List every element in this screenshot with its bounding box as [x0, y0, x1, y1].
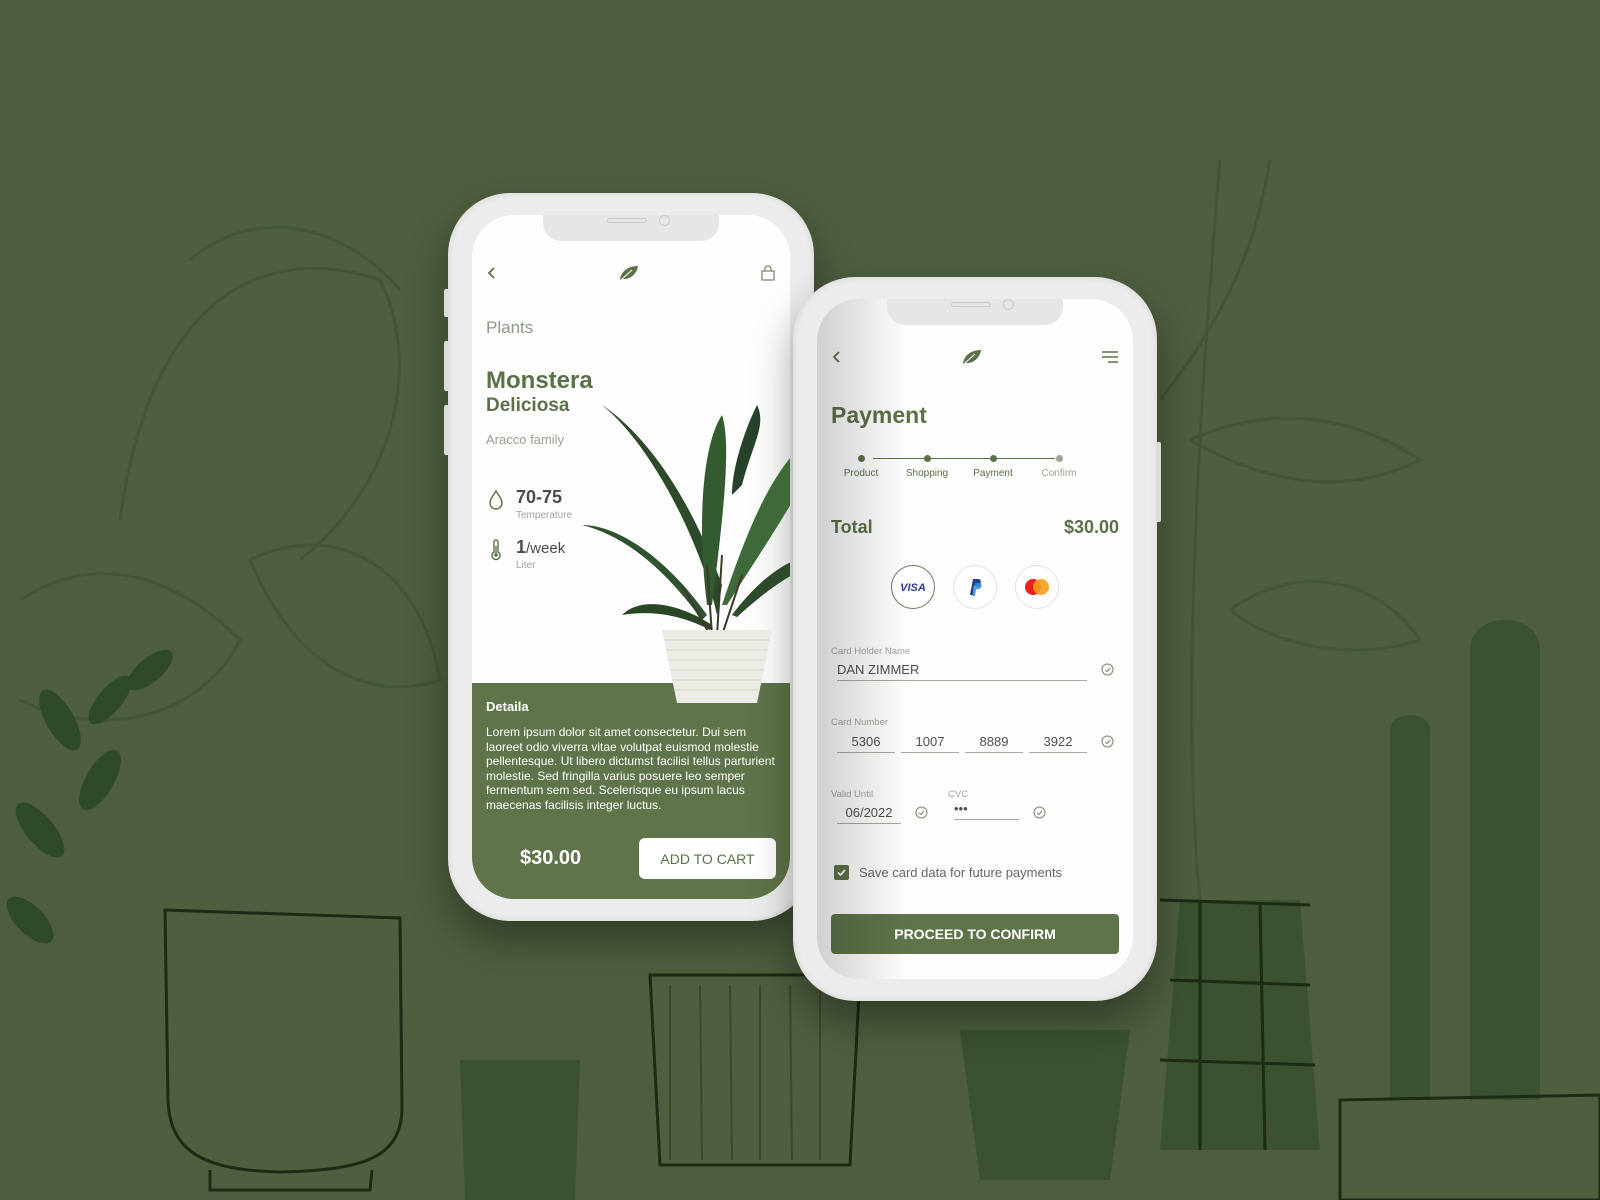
phone-notch	[543, 215, 719, 241]
phone-side-button	[444, 341, 449, 391]
speaker-grille	[951, 302, 991, 307]
step-payment[interactable]: Payment	[963, 454, 1023, 479]
water-drop-icon	[486, 489, 506, 511]
valid-until-input[interactable]: 06/2022	[837, 805, 901, 824]
total-value: $30.00	[1063, 517, 1119, 537]
card-holder-label: Card Holder Name	[831, 646, 911, 657]
product-name-line2: Deliciosa	[486, 395, 570, 416]
leaf-icon[interactable]	[618, 264, 640, 282]
phone-side-button	[444, 405, 449, 455]
check-circle-icon	[915, 806, 928, 819]
cvc-input[interactable]: •••	[954, 801, 1019, 820]
card-number-group-4[interactable]: 3922	[1029, 734, 1087, 753]
details-panel: Detaila Lorem ipsum dolor sit amet conse…	[472, 683, 790, 899]
thermometer-icon	[486, 539, 506, 561]
save-card-label: Save card data for future payments	[859, 865, 1063, 880]
cvc-label: CVC	[948, 789, 969, 800]
svg-text:VISA: VISA	[900, 582, 926, 593]
mastercard-icon	[1025, 579, 1049, 595]
phone-notch	[887, 299, 1063, 325]
card-number-group-2[interactable]: 1007	[901, 734, 959, 753]
add-to-cart-button[interactable]: ADD TO CART	[639, 838, 776, 879]
visa-icon: VISA	[900, 582, 926, 593]
product-family: Aracco family	[486, 432, 565, 447]
front-camera	[1003, 299, 1014, 310]
total-label: Total	[831, 517, 873, 537]
stat-label: Liter	[516, 560, 536, 571]
phone-payment: Payment Product Shopping Payment Confirm…	[793, 277, 1161, 1001]
step-shopping[interactable]: Shopping	[897, 454, 957, 479]
chevron-left-icon[interactable]	[486, 266, 498, 280]
speaker-grille	[607, 218, 647, 223]
paypal-icon	[970, 579, 982, 596]
shopping-bag-icon[interactable]	[760, 265, 776, 281]
leaf-icon[interactable]	[961, 348, 983, 366]
save-card-row: Save card data for future payments	[834, 865, 1062, 880]
stat-value: 1	[516, 537, 527, 557]
category-label: Plants	[486, 318, 534, 337]
stat-unit: /week	[526, 540, 566, 557]
card-number-group-1[interactable]: 5306	[837, 734, 895, 753]
product-price: $30.00	[520, 847, 582, 869]
valid-until-label: Valid Until	[831, 789, 874, 800]
check-circle-icon	[1101, 663, 1114, 676]
stat-label: Temperature	[516, 510, 573, 521]
phone-side-button	[444, 289, 449, 317]
menu-icon[interactable]	[1101, 350, 1119, 364]
total-row: Total $30.00	[831, 517, 1119, 538]
chevron-left-icon[interactable]	[831, 350, 843, 364]
front-camera	[659, 215, 670, 226]
price-row: $30.00 ADD TO CART	[486, 838, 776, 879]
plant-image	[582, 405, 790, 703]
phone-product: Plants Monstera Deliciosa Aracco family …	[444, 193, 814, 921]
step-confirm[interactable]: Confirm	[1029, 454, 1089, 479]
check-circle-icon	[1101, 735, 1114, 748]
proceed-to-confirm-button[interactable]: PROCEED TO CONFIRM	[831, 914, 1119, 954]
paypal-option[interactable]	[953, 565, 997, 609]
card-holder-input[interactable]: DAN ZIMMER	[837, 662, 1087, 681]
save-card-checkbox[interactable]	[834, 865, 849, 880]
check-circle-icon	[1033, 806, 1046, 819]
product-screen: Plants Monstera Deliciosa Aracco family …	[472, 215, 790, 899]
page-title: Payment	[831, 402, 927, 428]
details-body: Lorem ipsum dolor sit amet consectetur. …	[486, 725, 775, 812]
checkmark-icon	[837, 869, 846, 877]
top-nav	[831, 345, 1119, 369]
payment-screen: Payment Product Shopping Payment Confirm…	[817, 299, 1133, 979]
stat-water: 1/week Liter	[486, 537, 565, 571]
card-number-group-3[interactable]: 8889	[965, 734, 1023, 753]
step-product[interactable]: Product	[831, 454, 891, 479]
mastercard-option[interactable]	[1015, 565, 1059, 609]
stat-value: 70-75	[516, 487, 563, 507]
visa-option[interactable]: VISA	[891, 565, 935, 609]
stat-temperature: 70-75 Temperature	[486, 487, 572, 521]
checkout-stepper: Product Shopping Payment Confirm	[844, 454, 1105, 484]
phone-side-button	[1156, 442, 1161, 522]
payment-methods: VISA	[817, 565, 1133, 609]
card-number-label: Card Number	[831, 717, 889, 728]
top-nav	[486, 261, 776, 285]
product-name-line1: Monstera	[486, 367, 593, 394]
